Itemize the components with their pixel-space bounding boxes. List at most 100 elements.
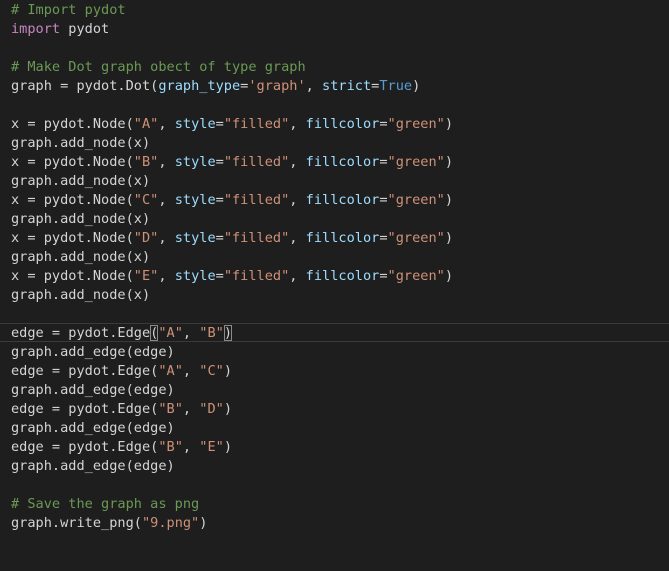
- code-line[interactable]: graph.add_edge(edge): [11, 419, 175, 438]
- code-token: ): [223, 439, 233, 455]
- code-token: graph.add_edge(edge): [11, 458, 175, 474]
- code-token: "green": [387, 268, 445, 284]
- code-token: ,: [182, 439, 200, 455]
- code-line[interactable]: x = pydot.Node("C", style="filled", fill…: [11, 191, 453, 210]
- code-token: ,: [158, 230, 175, 246]
- code-token: ,: [158, 154, 175, 170]
- code-token: =: [215, 268, 224, 284]
- code-token: x = pydot.Node(: [11, 192, 134, 208]
- code-token: ,: [158, 268, 175, 284]
- code-line-current[interactable]: edge = pydot.Edge("A", "B"): [11, 324, 233, 343]
- code-line[interactable]: edge = pydot.Edge("A", "C"): [11, 362, 232, 381]
- code-token: fillcolor: [305, 268, 380, 284]
- code-token: ,: [158, 116, 175, 132]
- code-token: "B": [199, 325, 224, 341]
- code-token: graph.add_edge(edge): [11, 344, 175, 360]
- code-token: edge = pydot.Edge(: [11, 363, 159, 379]
- code-token: graph.write_png(: [11, 515, 142, 531]
- code-token: =: [379, 230, 388, 246]
- code-token: # Import pydot: [11, 2, 126, 18]
- code-token: =: [215, 230, 224, 246]
- code-line[interactable]: x = pydot.Node("A", style="filled", fill…: [11, 115, 453, 134]
- code-token: =: [215, 154, 224, 170]
- code-token: graph.add_node(x): [11, 173, 151, 189]
- code-token: # Make Dot graph obect of type graph: [11, 59, 306, 75]
- code-token: ): [444, 116, 454, 132]
- code-token: =: [379, 268, 388, 284]
- code-line[interactable]: graph.add_node(x): [11, 286, 150, 305]
- code-token: "green": [387, 154, 445, 170]
- code-token: graph.add_node(x): [11, 249, 151, 265]
- code-token: ): [444, 268, 454, 284]
- code-line[interactable]: graph.add_node(x): [11, 210, 150, 229]
- code-token: ): [444, 154, 454, 170]
- code-token: ,: [182, 363, 200, 379]
- code-line[interactable]: x = pydot.Node("B", style="filled", fill…: [11, 153, 453, 172]
- code-token: graph.add_node(x): [11, 287, 151, 303]
- code-line[interactable]: # Save the graph as png: [11, 495, 199, 514]
- code-token: ): [199, 515, 208, 531]
- code-token: "green": [387, 230, 445, 246]
- code-token: =: [379, 116, 388, 132]
- code-line[interactable]: graph.add_node(x): [11, 248, 150, 267]
- code-token: ): [223, 363, 233, 379]
- code-token: ,: [305, 78, 323, 94]
- code-token: style: [174, 154, 216, 170]
- code-token: "A": [133, 116, 159, 132]
- code-token: =: [379, 192, 388, 208]
- code-token: "E": [133, 268, 159, 284]
- code-token: ,: [289, 116, 306, 132]
- code-token: "green": [387, 116, 445, 132]
- code-token: ,: [182, 325, 200, 341]
- code-token: "filled": [223, 116, 290, 132]
- code-token: graph.add_edge(edge): [11, 382, 175, 398]
- code-token: edge = pydot.Edge(: [11, 439, 159, 455]
- code-line[interactable]: graph.write_png("9.png"): [11, 514, 207, 533]
- code-token: edge = pydot.Edge(: [11, 401, 159, 417]
- code-line[interactable]: # Make Dot graph obect of type graph: [11, 58, 306, 77]
- code-line[interactable]: x = pydot.Node("D", style="filled", fill…: [11, 229, 453, 248]
- code-token: "B": [133, 154, 159, 170]
- code-editor[interactable]: # Import pydot import pydot # Make Dot gra…: [0, 0, 669, 571]
- code-line[interactable]: graph.add_node(x): [11, 134, 150, 153]
- code-line[interactable]: graph.add_edge(edge): [11, 381, 175, 400]
- code-line[interactable]: edge = pydot.Edge("B", "E"): [11, 438, 232, 457]
- code-token: "filled": [223, 154, 290, 170]
- code-token: ): [223, 401, 233, 417]
- code-token: =: [215, 116, 224, 132]
- code-token: graph_type: [158, 78, 241, 94]
- code-token: graph = pydot.Dot(: [11, 78, 159, 94]
- code-line[interactable]: # Import pydot: [11, 1, 126, 20]
- code-token: "green": [387, 192, 445, 208]
- code-token: "filled": [223, 268, 290, 284]
- code-token: x = pydot.Node(: [11, 230, 134, 246]
- code-token: # Save the graph as png: [11, 496, 200, 512]
- code-line[interactable]: import pydot: [11, 20, 109, 39]
- code-line[interactable]: x = pydot.Node("E", style="filled", fill…: [11, 267, 453, 286]
- code-token: ,: [289, 192, 306, 208]
- code-token: "B": [158, 401, 183, 417]
- code-line[interactable]: graph.add_edge(edge): [11, 457, 175, 476]
- code-token: ): [444, 192, 454, 208]
- code-token: "filled": [223, 192, 290, 208]
- code-token: "9.png": [141, 515, 200, 531]
- code-line[interactable]: edge = pydot.Edge("B", "D"): [11, 400, 232, 419]
- code-line[interactable]: graph = pydot.Dot(graph_type='graph', st…: [11, 77, 420, 96]
- code-line[interactable]: graph.add_edge(edge): [11, 343, 175, 362]
- code-token: ,: [289, 268, 306, 284]
- code-token: strict: [322, 78, 372, 94]
- code-token: "E": [199, 439, 224, 455]
- code-token: ): [444, 230, 454, 246]
- code-token: graph.add_node(x): [11, 211, 151, 227]
- code-token: "A": [158, 363, 183, 379]
- code-token: =: [379, 154, 388, 170]
- code-token: style: [174, 268, 216, 284]
- code-token: "A": [158, 325, 183, 341]
- code-token: style: [174, 230, 216, 246]
- code-token: fillcolor: [305, 192, 380, 208]
- code-token: "B": [158, 439, 183, 455]
- code-line[interactable]: graph.add_node(x): [11, 172, 150, 191]
- code-token: ,: [289, 230, 306, 246]
- code-token: x = pydot.Node(: [11, 116, 134, 132]
- code-token: ,: [182, 401, 200, 417]
